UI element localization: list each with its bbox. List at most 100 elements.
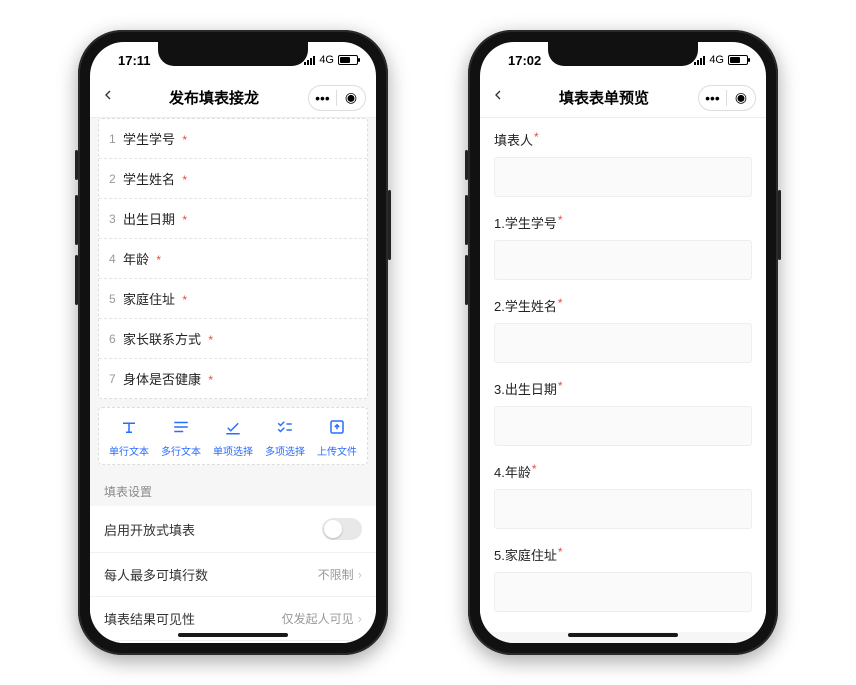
field-label: 4.年龄 xyxy=(494,462,531,481)
nav-bar: 发布填表接龙 ••• ◉ xyxy=(90,78,376,118)
multi-text-icon xyxy=(172,418,190,439)
field-type-multi-text[interactable]: 多行文本 xyxy=(156,418,206,458)
nav-bar: 填表表单预览 ••• ◉ xyxy=(480,78,766,118)
setting-value: 不限制 xyxy=(318,568,354,582)
battery-icon xyxy=(338,55,358,65)
field-type-multi-choice[interactable]: 多项选择 xyxy=(260,418,310,458)
text-input[interactable] xyxy=(494,240,752,280)
single-choice-icon xyxy=(224,418,242,439)
field-row[interactable]: 5家庭住址 * xyxy=(99,279,367,319)
network-label: 4G xyxy=(709,54,724,66)
field-type-label: 多项选择 xyxy=(265,443,305,458)
preview-form: 填表人* 1.学生学号*2.学生姓名*3.出生日期*4.年龄*5.家庭住址* xyxy=(480,118,766,632)
menu-more-button[interactable]: ••• xyxy=(309,90,337,106)
setting-desc-position[interactable]: 填表说明位置 表格之上› xyxy=(90,641,376,643)
field-label: 家长联系方式 * xyxy=(123,329,357,348)
required-mark: * xyxy=(534,130,539,149)
preview-field: 3.出生日期* xyxy=(494,379,752,446)
battery-icon xyxy=(728,55,748,65)
field-index: 6 xyxy=(109,332,123,346)
field-row[interactable]: 4年龄 * xyxy=(99,239,367,279)
field-label: 3.出生日期 xyxy=(494,379,557,398)
field-row[interactable]: 7身体是否健康 * xyxy=(99,359,367,398)
field-index: 1 xyxy=(109,132,123,146)
setting-label: 每人最多可填行数 xyxy=(104,565,208,584)
preview-field: 1.学生学号* xyxy=(494,213,752,280)
phone-frame-builder: 17:11 4G 发布填表接龙 ••• ◉ 1学生学号 *2学生姓名 *3出生日… xyxy=(78,30,388,655)
menu-target-button[interactable]: ◉ xyxy=(337,89,365,106)
required-mark: * xyxy=(153,253,161,267)
required-mark: * xyxy=(179,293,187,307)
status-time: 17:11 xyxy=(118,53,151,68)
toggle-open-mode[interactable] xyxy=(322,518,362,540)
field-type-upload[interactable]: 上传文件 xyxy=(312,418,362,458)
page-title: 填表表单预览 xyxy=(559,87,649,108)
menu-more-button[interactable]: ••• xyxy=(699,90,727,106)
field-label: 年龄 * xyxy=(123,249,357,268)
field-label: 出生日期 * xyxy=(123,209,357,228)
field-type-label: 上传文件 xyxy=(317,443,357,458)
preview-field-filler: 填表人* xyxy=(494,130,752,197)
upload-icon xyxy=(328,418,346,439)
single-text-icon xyxy=(120,418,138,439)
required-mark: * xyxy=(179,133,187,147)
field-type-single-choice[interactable]: 单项选择 xyxy=(208,418,258,458)
text-input[interactable] xyxy=(494,406,752,446)
home-indicator xyxy=(178,633,288,637)
status-time: 17:02 xyxy=(508,53,541,68)
field-label: 家庭住址 * xyxy=(123,289,357,308)
preview-field: 5.家庭住址* xyxy=(494,545,752,612)
field-label: 学生姓名 * xyxy=(123,169,357,188)
multi-choice-icon xyxy=(276,418,294,439)
field-type-label: 多行文本 xyxy=(161,443,201,458)
setting-open-mode[interactable]: 启用开放式填表 xyxy=(90,506,376,553)
required-mark: * xyxy=(558,213,563,232)
field-label: 填表人 xyxy=(494,130,533,149)
field-index: 7 xyxy=(109,372,123,386)
required-mark: * xyxy=(205,333,213,347)
preview-field: 4.年龄* xyxy=(494,462,752,529)
settings-section-title: 填表设置 xyxy=(90,473,376,506)
field-label: 5.家庭住址 xyxy=(494,545,557,564)
field-label: 学生学号 * xyxy=(123,129,357,148)
setting-max-rows[interactable]: 每人最多可填行数 不限制 › xyxy=(90,553,376,597)
field-index: 3 xyxy=(109,212,123,226)
required-mark: * xyxy=(558,379,563,398)
required-mark: * xyxy=(179,213,187,227)
field-index: 2 xyxy=(109,172,123,186)
field-index: 4 xyxy=(109,252,123,266)
field-type-label: 单项选择 xyxy=(213,443,253,458)
field-type-label: 单行文本 xyxy=(109,443,149,458)
chevron-right-icon: › xyxy=(358,567,362,582)
text-input[interactable] xyxy=(494,572,752,612)
preview-field: 2.学生姓名* xyxy=(494,296,752,363)
text-input[interactable] xyxy=(494,157,752,197)
home-indicator xyxy=(568,633,678,637)
phone-frame-preview: 17:02 4G 填表表单预览 ••• ◉ 填表人* 1. xyxy=(468,30,778,655)
field-row[interactable]: 3出生日期 * xyxy=(99,199,367,239)
field-row[interactable]: 2学生姓名 * xyxy=(99,159,367,199)
menu-target-button[interactable]: ◉ xyxy=(727,89,755,106)
page-title: 发布填表接龙 xyxy=(169,87,259,108)
required-mark: * xyxy=(179,173,187,187)
required-mark: * xyxy=(532,462,537,481)
text-input[interactable] xyxy=(494,489,752,529)
field-label: 身体是否健康 * xyxy=(123,369,357,388)
setting-label: 填表结果可见性 xyxy=(104,609,195,628)
field-label: 2.学生姓名 xyxy=(494,296,557,315)
text-input[interactable] xyxy=(494,323,752,363)
field-row[interactable]: 1学生学号 * xyxy=(99,119,367,159)
field-row[interactable]: 6家长联系方式 * xyxy=(99,319,367,359)
field-type-single-text[interactable]: 单行文本 xyxy=(104,418,154,458)
required-mark: * xyxy=(205,373,213,387)
back-button[interactable] xyxy=(490,87,510,108)
field-type-bar: 单行文本多行文本单项选择多项选择上传文件 xyxy=(98,407,368,465)
field-index: 5 xyxy=(109,292,123,306)
back-button[interactable] xyxy=(100,87,120,108)
field-label: 1.学生学号 xyxy=(494,213,557,232)
form-fields-list: 1学生学号 *2学生姓名 *3出生日期 *4年龄 *5家庭住址 *6家长联系方式… xyxy=(98,118,368,399)
setting-value: 仅发起人可见 xyxy=(282,612,354,626)
required-mark: * xyxy=(558,296,563,315)
required-mark: * xyxy=(558,545,563,564)
network-label: 4G xyxy=(319,54,334,66)
